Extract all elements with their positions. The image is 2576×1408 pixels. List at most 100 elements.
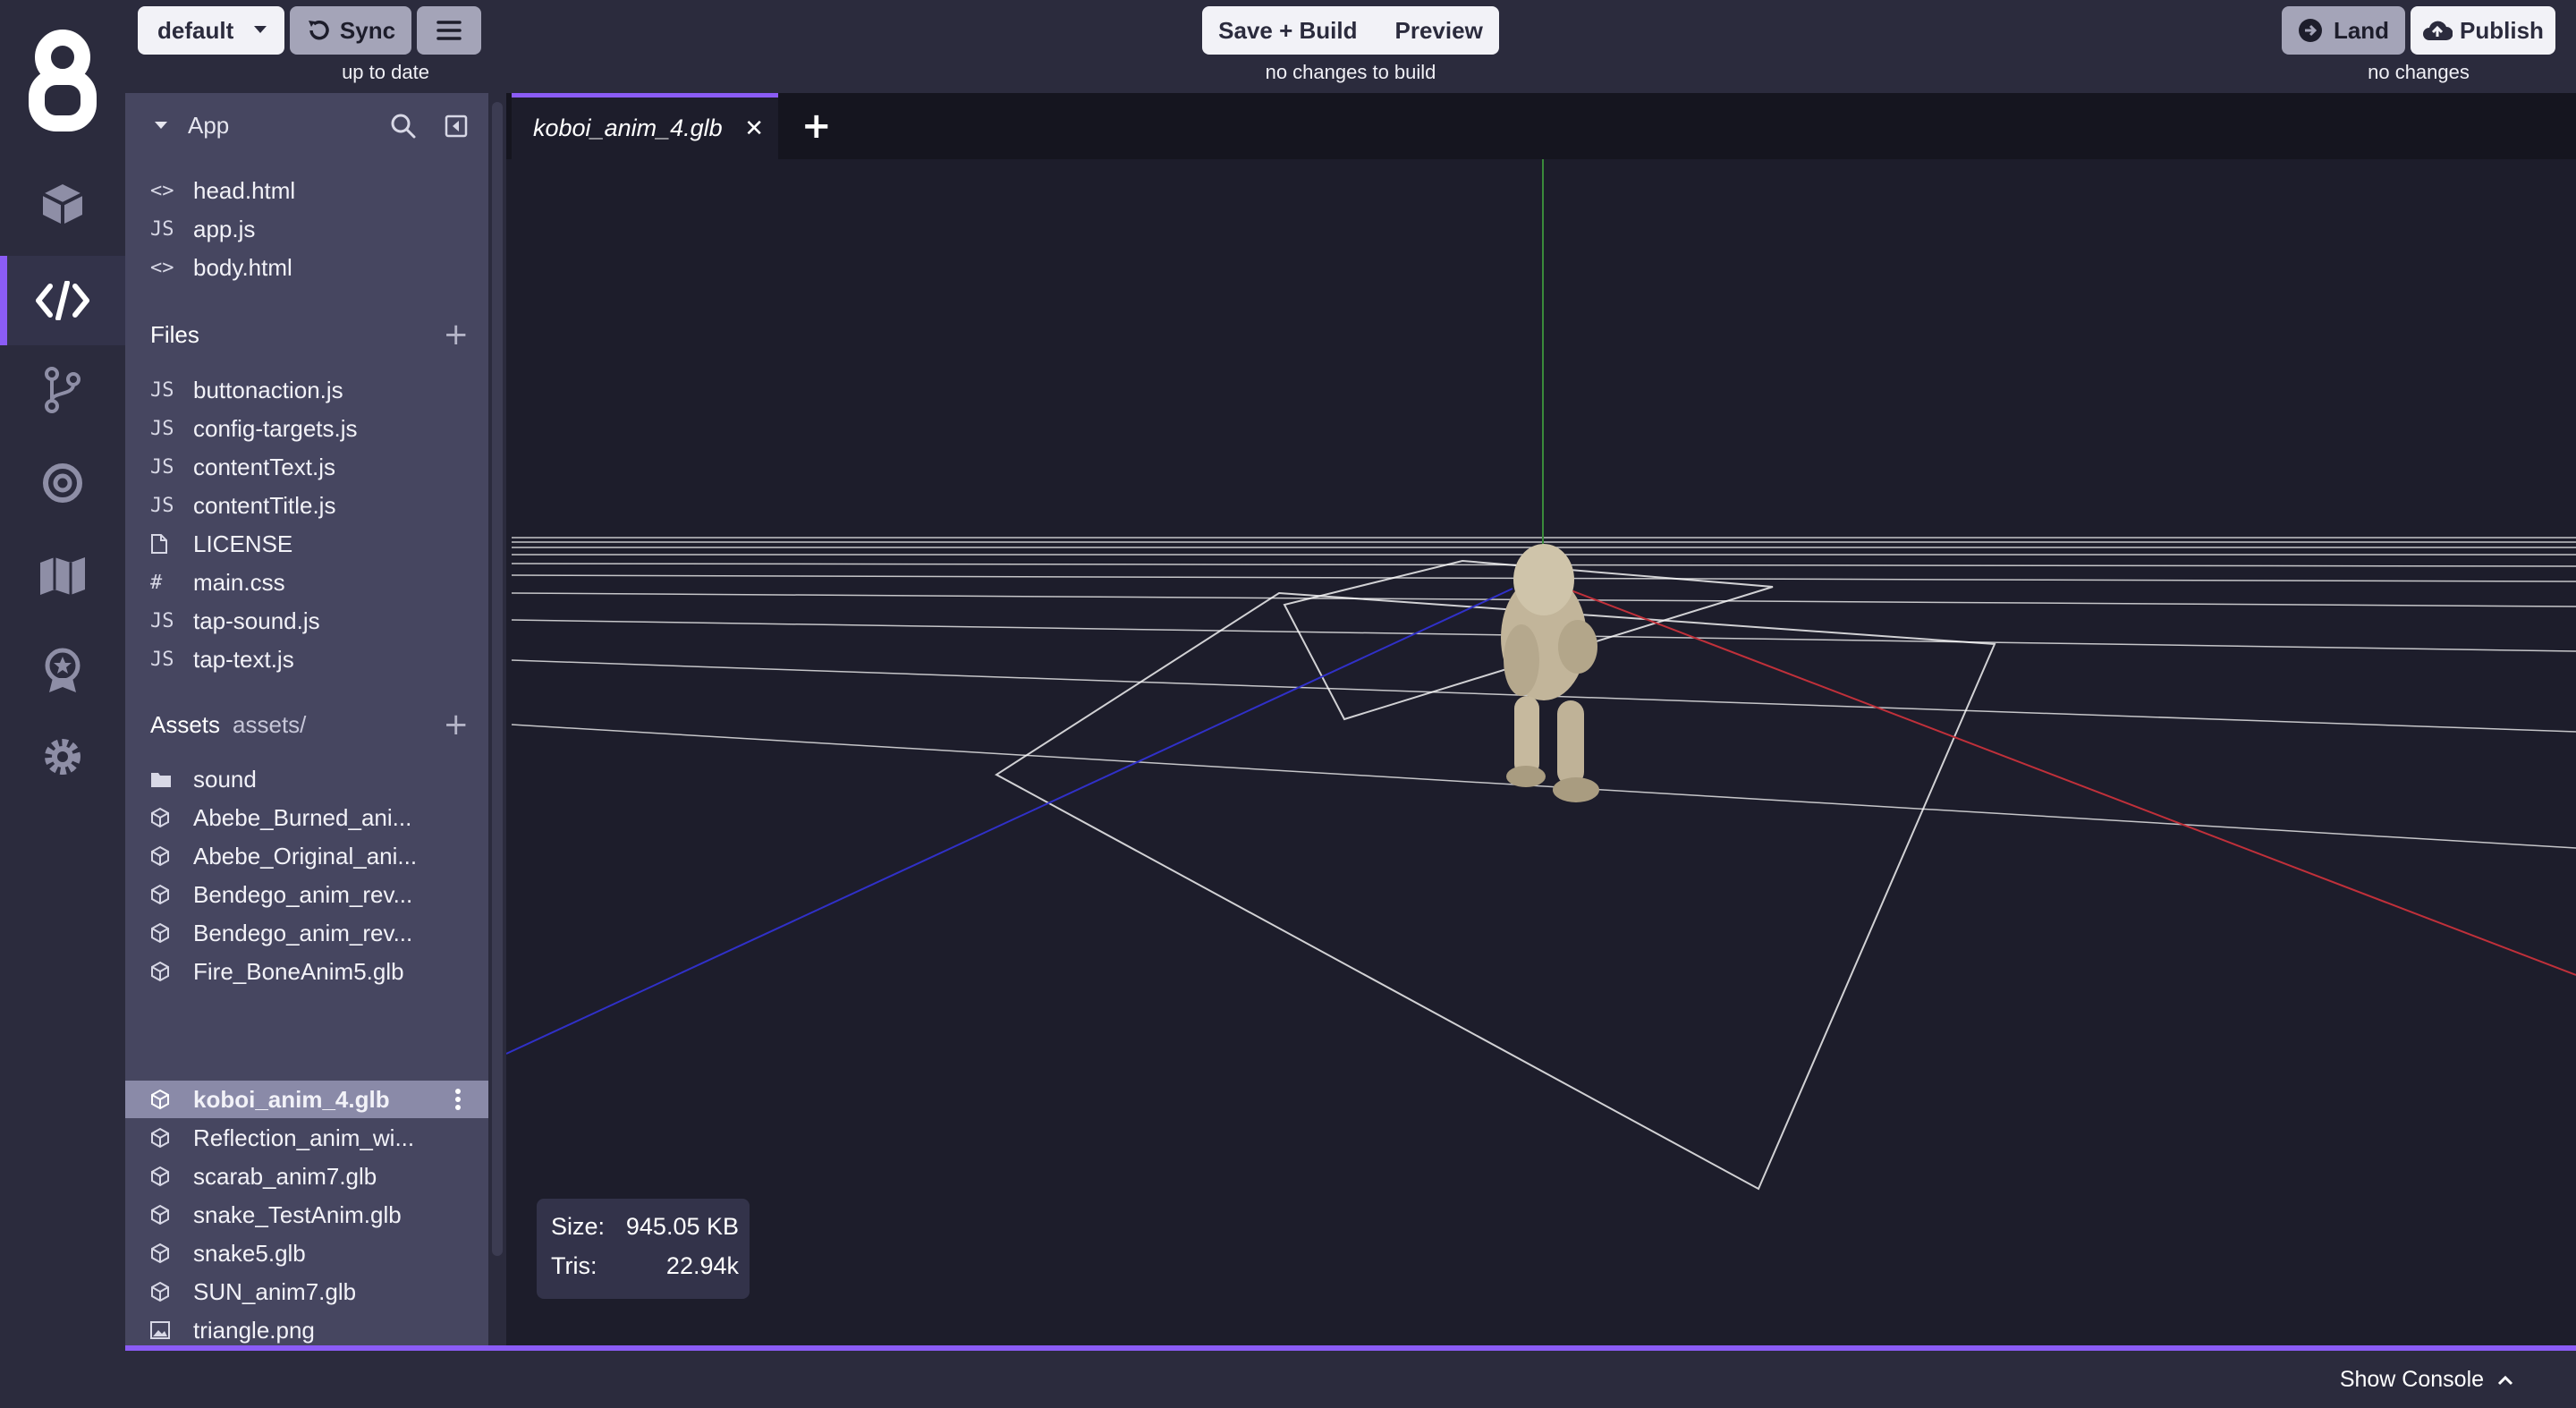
publish-status: no changes xyxy=(2368,61,2470,83)
app-section-header[interactable]: App xyxy=(125,93,488,157)
file-item-app-js[interactable]: JS app.js xyxy=(125,210,488,248)
asset-item[interactable]: snake_TestAnim.glb xyxy=(125,1196,488,1234)
asset-item[interactable]: sound xyxy=(125,760,488,798)
eighth-wall-logo-icon[interactable] xyxy=(0,25,125,132)
image-icon xyxy=(150,1321,182,1339)
asset-item[interactable]: snake5.glb xyxy=(125,1234,488,1272)
publish-button[interactable]: Publish xyxy=(2411,6,2555,55)
grid-squares xyxy=(995,559,1996,1191)
file-item[interactable]: JS tap-text.js xyxy=(125,640,488,678)
save-build-button[interactable]: Save + Build xyxy=(1218,17,1357,45)
hamburger-icon xyxy=(436,20,462,41)
sync-icon xyxy=(306,18,331,43)
cube-icon xyxy=(150,1204,182,1226)
tris-value: 22.94k xyxy=(665,1252,739,1279)
file-item-head-html[interactable]: <> head.html xyxy=(125,172,488,209)
code-file-icon: <> xyxy=(150,256,174,279)
build-preview-group: Save + Build Preview xyxy=(1202,6,1499,55)
branch-name: default xyxy=(157,16,234,44)
asset-name: snake5.glb xyxy=(193,1239,306,1267)
publish-label: Publish xyxy=(2460,16,2544,44)
z-axis-line xyxy=(506,588,1513,1055)
model-stats-panel: Size: 945.05 KB Tris: 22.94k xyxy=(537,1199,750,1299)
close-icon[interactable]: ✕ xyxy=(744,115,764,142)
file-item-body-html[interactable]: <> body.html xyxy=(125,249,488,286)
show-console-button[interactable]: Show Console xyxy=(2340,1367,2513,1393)
js-file-icon: JS xyxy=(150,378,174,402)
tris-label: Tris: xyxy=(551,1252,597,1279)
search-icon[interactable] xyxy=(390,113,417,140)
land-label: Land xyxy=(2333,16,2390,44)
asset-item[interactable]: Abebe_Original_ani... xyxy=(125,837,488,875)
file-item[interactable]: JS tap-sound.js xyxy=(125,602,488,640)
branch-select[interactable]: default xyxy=(138,6,284,55)
asset-item[interactable]: Abebe_Burned_ani... xyxy=(125,799,488,836)
sync-status: up to date xyxy=(342,61,429,83)
sidebar-scrollbar[interactable] xyxy=(488,93,506,1345)
scrollbar-thumb[interactable] xyxy=(492,102,503,1256)
js-file-icon: JS xyxy=(150,417,174,440)
scene-icon[interactable] xyxy=(0,159,125,249)
show-console-label: Show Console xyxy=(2339,1367,2485,1392)
asset-item[interactable]: Bendego_anim_rev... xyxy=(125,876,488,913)
file-item[interactable]: JS config-targets.js xyxy=(125,410,488,447)
cloud-upload-icon xyxy=(2422,19,2453,42)
asset-item[interactable]: Reflection_anim_wi... xyxy=(125,1119,488,1157)
file-name: app.js xyxy=(193,215,256,242)
collapse-sidebar-icon[interactable] xyxy=(445,115,468,138)
size-value: 945.05 KB xyxy=(625,1213,739,1240)
files-section-header: Files + xyxy=(125,302,488,367)
asset-name: Bendego_anim_rev... xyxy=(193,919,413,946)
file-item[interactable]: LICENSE xyxy=(125,525,488,563)
sync-label: Sync xyxy=(339,16,396,44)
file-item[interactable]: JS contentText.js xyxy=(125,448,488,486)
file-name: head.html xyxy=(193,176,296,204)
settings-icon[interactable] xyxy=(0,712,125,802)
tab-koboi-anim[interactable]: koboi_anim_4.glb ✕ xyxy=(512,93,778,159)
asset-item-selected[interactable]: koboi_anim_4.glb xyxy=(125,1081,488,1118)
size-label: Size: xyxy=(551,1213,606,1240)
asset-name: Abebe_Burned_ani... xyxy=(193,803,412,831)
code-icon[interactable] xyxy=(0,256,125,345)
code-file-icon: <> xyxy=(150,179,174,202)
badge-icon[interactable] xyxy=(0,626,125,716)
asset-name: Bendego_anim_rev... xyxy=(193,880,413,908)
console-bar: Show Console xyxy=(125,1351,2576,1408)
file-name: buttonaction.js xyxy=(193,376,343,403)
cube-icon xyxy=(150,1243,182,1264)
build-status: no changes to build xyxy=(1265,61,1436,83)
file-name: contentText.js xyxy=(193,453,335,480)
asset-name: SUN_anim7.glb xyxy=(193,1277,357,1305)
assets-section-title: Assets xyxy=(150,710,221,738)
asset-name: Fire_BoneAnim5.glb xyxy=(193,957,404,985)
model-viewport[interactable]: Size: 945.05 KB Tris: 22.94k xyxy=(506,159,2576,1351)
asset-item[interactable]: scarab_anim7.glb xyxy=(125,1158,488,1195)
sync-button[interactable]: Sync xyxy=(290,6,411,55)
land-button[interactable]: Land xyxy=(2282,6,2405,55)
asset-item[interactable]: Fire_BoneAnim5.glb xyxy=(125,953,488,990)
map-icon[interactable] xyxy=(0,531,125,621)
file-item[interactable]: JS contentTitle.js xyxy=(125,487,488,524)
target-icon[interactable] xyxy=(0,438,125,528)
chevron-up-icon xyxy=(2497,1367,2513,1392)
asset-item[interactable]: triangle.png xyxy=(125,1311,488,1345)
add-asset-icon[interactable]: + xyxy=(444,707,470,742)
more-options-icon[interactable] xyxy=(454,1088,462,1111)
model-figure[interactable] xyxy=(1501,544,1599,802)
add-tab-icon[interactable]: + xyxy=(801,106,832,147)
asset-name: koboi_anim_4.glb xyxy=(193,1085,390,1113)
files-section-title: Files xyxy=(150,320,199,348)
file-name: main.css xyxy=(193,568,285,596)
asset-item[interactable]: SUN_anim7.glb xyxy=(125,1273,488,1310)
file-item[interactable]: JS buttonaction.js xyxy=(125,371,488,409)
asset-name: scarab_anim7.glb xyxy=(193,1162,377,1190)
preview-button[interactable]: Preview xyxy=(1395,17,1483,45)
asset-item[interactable]: Bendego_anim_rev... xyxy=(125,914,488,952)
branch-icon[interactable] xyxy=(0,345,125,435)
file-name: LICENSE xyxy=(193,530,293,557)
menu-button[interactable] xyxy=(417,6,481,55)
cube-icon xyxy=(150,884,182,905)
add-file-icon[interactable]: + xyxy=(444,317,470,352)
file-item[interactable]: # main.css xyxy=(125,564,488,601)
js-file-icon: JS xyxy=(150,648,174,671)
